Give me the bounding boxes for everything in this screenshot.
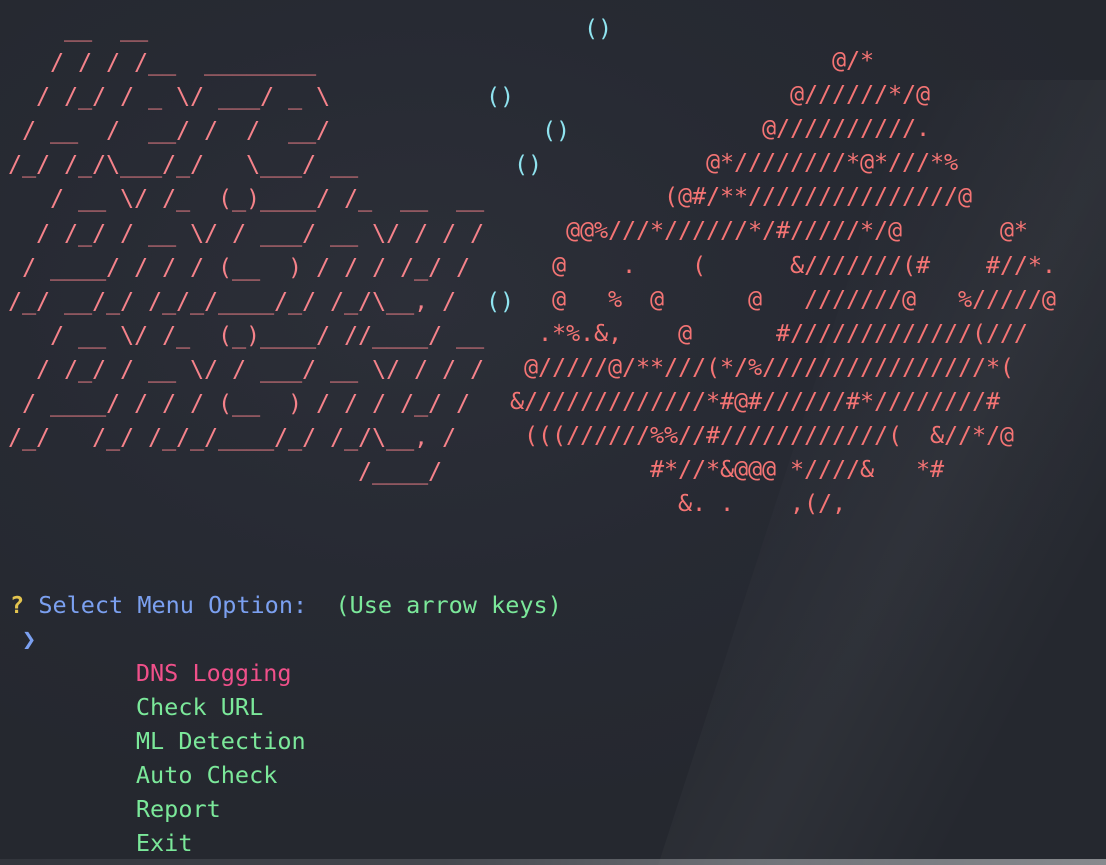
menu-option-report[interactable]: Report [10, 758, 710, 823]
menu-prompt: ? Select Menu Option: (Use arrow keys) ❯… [10, 588, 710, 857]
window-bottom-edge [0, 859, 1106, 865]
menu-option-check-url[interactable]: Check URL [10, 656, 710, 721]
menu-option-dns-logging[interactable]: ❯ DNS Logging [10, 622, 710, 687]
ascii-creature: @/* @//////*/@ @//////////. @*////////*@… [510, 46, 1056, 518]
prompt-label: Select Menu Option: [38, 591, 308, 619]
terminal-window: __ __ / / / /__ ________ / /_/ / _ \/ __… [0, 0, 1106, 865]
menu-option-label: Exit [135, 829, 193, 857]
question-icon: ? [10, 591, 25, 619]
prompt-hint: (Use arrow keys) [335, 591, 562, 619]
prompt-line: ? Select Menu Option: (Use arrow keys) [10, 588, 710, 622]
menu-option-ml-detection[interactable]: ML Detection [10, 690, 710, 755]
pointer-icon: ❯ [22, 625, 37, 653]
ascii-banner: __ __ / / / /__ ________ / /_/ / _ \/ __… [8, 14, 484, 486]
menu-option-auto-check[interactable]: Auto Check [10, 724, 710, 789]
menu-option-exit[interactable]: Exit [10, 792, 710, 857]
